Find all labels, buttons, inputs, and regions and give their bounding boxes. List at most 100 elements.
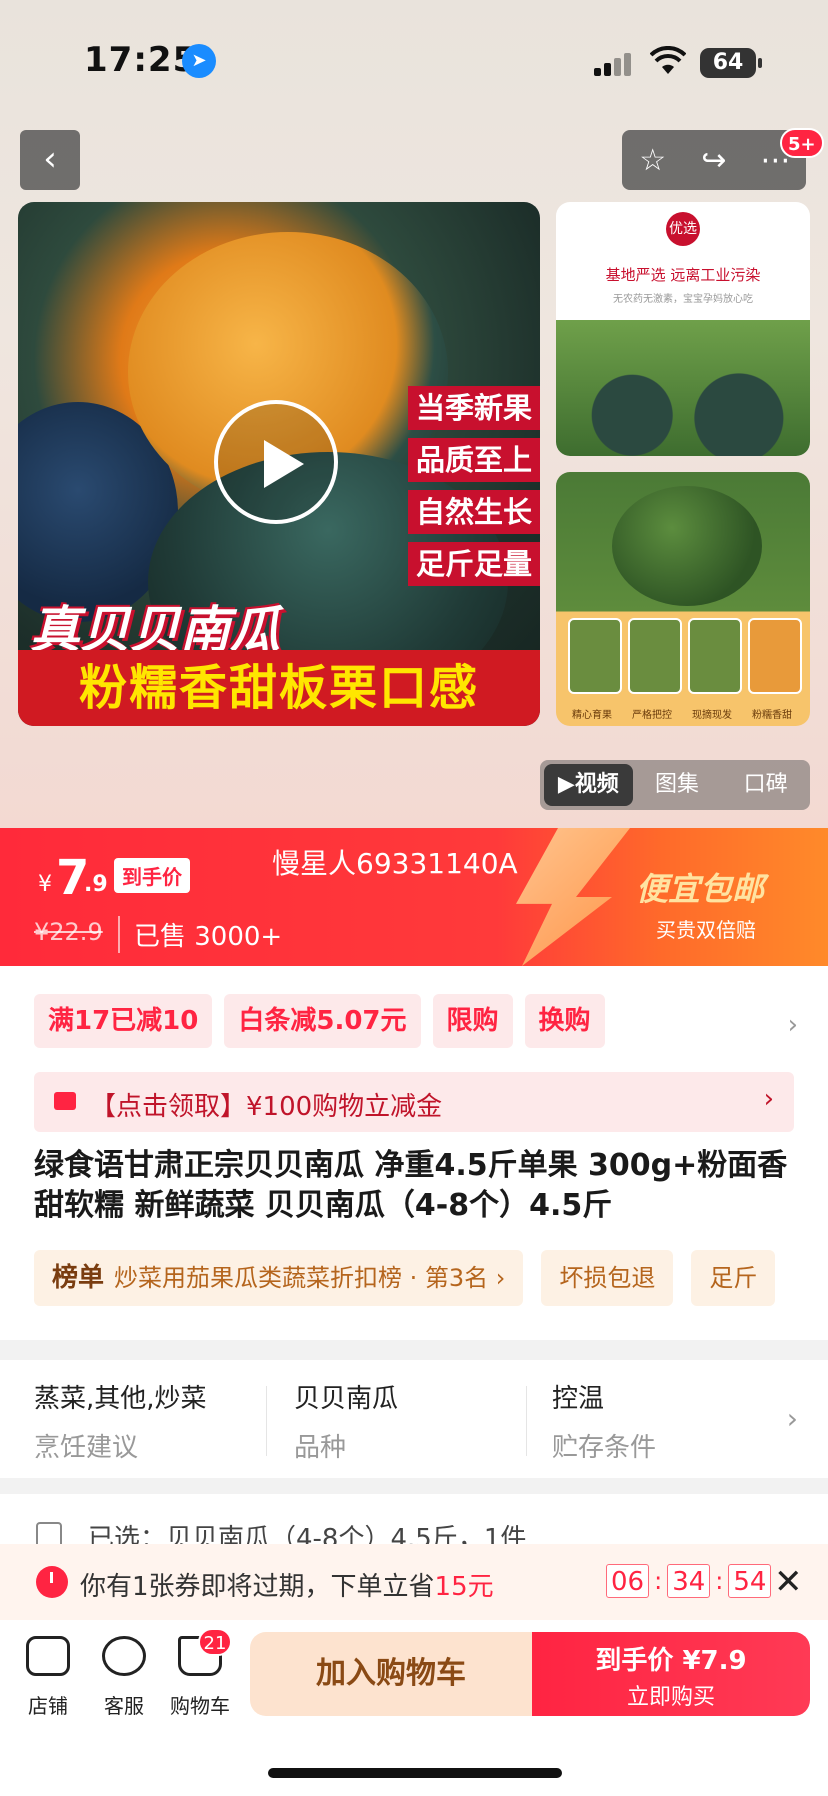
countdown: 06 : 34 : 54 [606,1564,772,1598]
gallery-thumbnail[interactable]: 优选 基地严选 远离工业污染 无农药无激素，宝宝孕妈放心吃 [556,202,810,456]
mini-photo [628,618,682,694]
promo-tag[interactable]: 换购 [524,994,605,1048]
coupon-expiry-bar[interactable]: 你有1张券即将过期，下单立省15元 06 : 34 : 54 ✕ [0,1544,828,1620]
rank-label: 榜单 [52,1263,105,1293]
countdown-sep: : [654,1567,663,1595]
thumb-caption: 现摘现发 [692,710,732,721]
divider [526,1386,527,1456]
promo-tags[interactable]: 满17已减10 白条减5.07元 限购 换购 [34,994,605,1048]
mini-photo [688,618,742,694]
product-title: 绿食语甘肃正宗贝贝南瓜 净重4.5斤单果 300g+粉面香甜软糯 新鲜蔬菜 贝贝… [34,1148,788,1223]
original-price: ¥22.9 [34,918,103,946]
expiry-text: 你有1张券即将过期，下单立省15元 [80,1566,494,1603]
tab-gallery[interactable]: 图集 [633,764,722,806]
promo-tag[interactable]: 白条减5.07元 [224,994,421,1048]
chevron-right-icon[interactable]: › [788,1010,798,1040]
feature-tag: 足斤足量 [407,542,540,586]
feature-tag: 自然生长 [407,490,540,534]
sold-count: 已售 3000+ [118,916,282,953]
rank-row: 榜单 炒菜用茄果瓜类蔬菜折扣榜 · 第3名 › 坏损包退 足斤 [34,1250,776,1306]
attribute: 蒸菜,其他,炒菜 烹饪建议 [34,1378,274,1464]
countdown-sep: : [715,1567,724,1595]
buy-now-price: 到手价 ¥7.9 [595,1646,747,1676]
tab-video[interactable]: ▶视频 [544,764,633,806]
location-icon: ➤ [182,44,216,78]
cart-label: 购物车 [170,1694,230,1718]
rank-text: 炒菜用茄果瓜类蔬菜折扣榜 · 第3名 › [114,1264,506,1292]
countdown-minutes: 34 [667,1564,711,1598]
attributes-panel[interactable]: 蒸菜,其他,炒菜 烹饪建议 贝贝南瓜 品种 控温 贮存条件 › [0,1360,828,1478]
battery-icon: 64 [700,48,762,78]
mini-photo [568,618,622,694]
expiry-amount: 15元 [434,1572,494,1602]
thumb-subcaption: 无农药无激素，宝宝孕妈放心吃 [613,294,753,305]
store-icon [26,1636,70,1676]
thumb-caption: 精心育果 [572,710,612,721]
feature-tags: 当季新果 品质至上 自然生长 足斤足量 [407,386,540,586]
promo-title: 便宜包邮 [636,870,765,908]
price-currency: ¥ [38,872,52,897]
thumb-caption: 严格把控 [632,710,672,721]
coupon-text: 【点击领取】¥100购物立减金 [90,1092,443,1122]
expiry-message: 你有1张券即将过期，下单立省 [80,1572,435,1602]
rank-badge[interactable]: 榜单 炒菜用茄果瓜类蔬菜折扣榜 · 第3名 › [34,1250,524,1306]
clock: 17:25 [84,40,198,80]
add-to-cart-button[interactable]: 加入购物车 [250,1632,532,1716]
price-banner: ¥ 7 .9 到手价 ¥22.9 已售 3000+ 慢星人69331140A 便… [0,828,828,966]
message-badge: 5+ [780,128,824,158]
customer-service-button[interactable]: 客服 [84,1636,164,1719]
attribute-value: 贝贝南瓜 [294,1384,399,1414]
share-icon[interactable]: ↪ [689,143,739,178]
service-label: 客服 [104,1694,144,1718]
promo-tag[interactable]: 满17已减10 [34,994,213,1048]
top-actions: ☆ ↪ ⋯ [622,130,806,190]
back-button[interactable]: ‹ [20,130,80,190]
thumb-photo [556,320,810,456]
buy-now-button[interactable]: 到手价 ¥7.9 立即购买 [532,1632,810,1716]
thumb-photo [612,486,762,606]
chevron-right-icon: › [786,1402,798,1435]
play-icon[interactable] [214,400,338,524]
promo-tag[interactable]: 限购 [432,994,513,1048]
status-bar: 17:25 ➤ 64 [0,0,828,120]
feature-tag: 品质至上 [407,438,540,482]
mini-photo [748,618,802,694]
service-tag[interactable]: 坏损包退 [541,1250,674,1306]
gallery-thumbnail[interactable]: 精心育果 严格把控 现摘现发 粉糯香甜 [556,472,810,726]
image-subtitle: 粉糯香甜板栗口感 [18,650,540,726]
attribute-key: 烹饪建议 [34,1433,139,1463]
countdown-hours: 06 [606,1564,650,1598]
favorite-star-icon[interactable]: ☆ [628,143,678,178]
tab-reviews[interactable]: 口碑 [721,764,810,806]
price-decimal: .9 [84,872,108,897]
feature-tag: 当季新果 [407,386,540,430]
promo-subtitle: 买贵双倍赔 [656,918,756,942]
thumb-caption: 粉糯香甜 [752,710,792,721]
coupon-banner[interactable]: 【点击领取】¥100购物立减金 › [34,1072,794,1132]
attribute-value: 控温 [552,1384,605,1414]
service-icon [102,1636,146,1676]
close-icon[interactable]: ✕ [774,1562,803,1602]
seal-icon: 优选 [666,212,700,246]
attribute: 贝贝南瓜 品种 [294,1378,534,1464]
cart-count-badge: 21 [198,1628,232,1656]
clock-icon [36,1566,68,1598]
main-video-image[interactable]: 当季新果 品质至上 自然生长 足斤足量 真贝贝南瓜 粉糯香甜板栗口感 [18,202,540,726]
attribute-key: 品种 [294,1433,347,1463]
wifi-icon [649,45,687,76]
lightning-icon [516,828,630,966]
chevron-right-icon: › [763,1084,774,1114]
product-info: 满17已减10 白条减5.07元 限购 换购 › 【点击领取】¥100购物立减金… [0,966,828,1340]
watermark-text: 慢星人69331140A [272,847,518,880]
store-label: 店铺 [28,1694,68,1718]
attribute: 控温 贮存条件 [552,1378,792,1464]
store-button[interactable]: 店铺 [8,1636,88,1719]
countdown-seconds: 54 [728,1564,772,1598]
media-tabs: ▶视频 图集 口碑 [540,760,810,810]
home-indicator [268,1768,562,1778]
divider [266,1386,267,1456]
card-icon [54,1092,76,1110]
arrival-price-label: 到手价 [114,858,190,893]
service-tag[interactable]: 足斤 [691,1250,776,1306]
product-gallery: 17:25 ➤ 64 ‹ ☆ ↪ ⋯ 5+ 当季新果 品质至上 自然生长 足斤足… [0,0,828,828]
